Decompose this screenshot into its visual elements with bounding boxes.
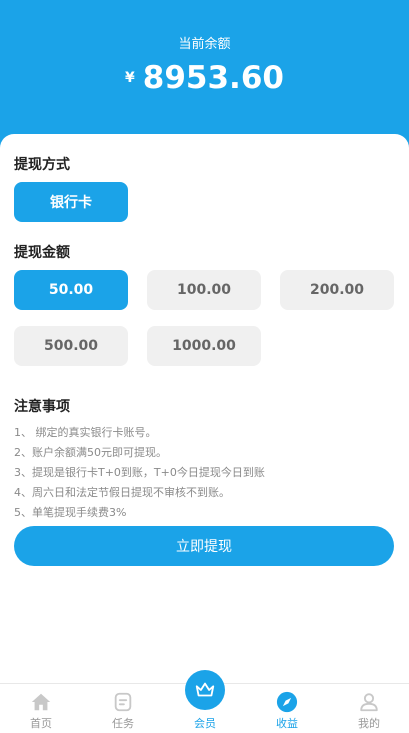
amount-option-200[interactable]: 200.00 [280,270,394,310]
tab-mine-label: 我的 [358,717,380,730]
method-title: 提现方式 [14,157,70,173]
notes-list: 1、 绑定的真实银行卡账号。 2、账户余额满50元即可提现。 3、提现是银行卡T… [14,423,265,523]
tab-earnings[interactable]: 收益 [246,684,328,733]
tab-member[interactable]: 会员 [164,670,246,733]
tab-home-label: 首页 [30,717,52,730]
balance-amount-row: ¥8953.60 [0,60,409,96]
user-icon [360,693,378,712]
note-item: 3、提现是银行卡T+0到账，T+0今日提现今日到账 [14,466,265,479]
note-item: 4、周六日和法定节假日提现不审核不到账。 [14,486,230,499]
task-icon [114,692,132,712]
tab-mine[interactable]: 我的 [328,684,409,733]
withdraw-submit-button[interactable]: 立即提现 [14,526,394,566]
note-item: 1、 绑定的真实银行卡账号。 [14,426,157,439]
amount-title: 提现金额 [14,245,70,261]
tab-earnings-label: 收益 [276,717,298,730]
amount-option-100[interactable]: 100.00 [147,270,261,310]
member-icon-circle [185,670,225,710]
amount-option-500[interactable]: 500.00 [14,326,128,366]
crown-icon [195,682,215,697]
method-bank-card-button[interactable]: 银行卡 [14,182,128,222]
tab-task-label: 任务 [112,717,134,730]
balance-label: 当前余额 [178,37,231,52]
home-icon [31,693,51,711]
tab-task[interactable]: 任务 [82,684,164,733]
balance-amount: 8953.60 [142,60,284,96]
withdraw-card: 提现方式 银行卡 提现金额 50.00 100.00 200.00 500.00… [0,134,409,694]
notes-title: 注意事项 [14,399,70,415]
note-item: 2、账户余额满50元即可提现。 [14,446,167,459]
note-item: 5、单笔提现手续费3% [14,506,127,519]
bottom-tab-bar: 首页 任务 会员 收益 我的 [0,670,409,733]
tab-home[interactable]: 首页 [0,684,82,733]
amount-option-1000[interactable]: 1000.00 [147,326,261,366]
amount-option-50[interactable]: 50.00 [14,270,128,310]
currency-symbol: ¥ [125,70,135,86]
tab-member-label: 会员 [194,717,216,730]
compass-icon [276,691,298,713]
